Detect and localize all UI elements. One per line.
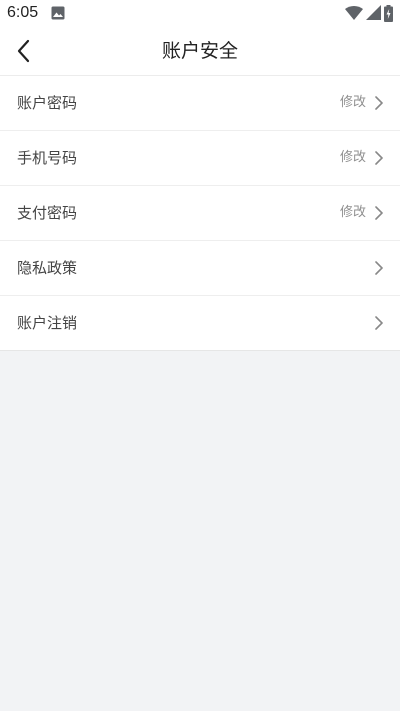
modify-link[interactable]: 修改 bbox=[340, 131, 366, 185]
chevron-right-icon bbox=[375, 261, 383, 275]
signal-icon bbox=[366, 5, 381, 20]
nav-bar: 账户安全 bbox=[0, 28, 400, 76]
chevron-right-icon bbox=[375, 316, 383, 330]
chevron-right-icon bbox=[375, 96, 383, 110]
settings-item-label: 支付密码 bbox=[17, 204, 78, 222]
wifi-icon bbox=[345, 6, 363, 20]
status-icons bbox=[345, 4, 393, 22]
modify-link[interactable]: 修改 bbox=[340, 76, 366, 130]
settings-item-label: 账户注销 bbox=[17, 314, 78, 332]
battery-charging-icon bbox=[384, 4, 393, 22]
status-time: 6:05 bbox=[7, 4, 39, 21]
settings-item-account-password[interactable]: 账户密码 修改 bbox=[0, 76, 400, 131]
settings-list: 账户密码 修改 手机号码 修改 支付密码 修改 隐私政策 账户注销 bbox=[0, 76, 400, 351]
settings-item-privacy-policy[interactable]: 隐私政策 bbox=[0, 241, 400, 296]
chevron-right-icon bbox=[375, 206, 383, 220]
image-icon bbox=[51, 6, 65, 20]
settings-item-account-deletion[interactable]: 账户注销 bbox=[0, 296, 400, 350]
modify-link[interactable]: 修改 bbox=[340, 186, 366, 240]
settings-item-payment-password[interactable]: 支付密码 修改 bbox=[0, 186, 400, 241]
settings-item-label: 账户密码 bbox=[17, 94, 78, 112]
settings-item-label: 隐私政策 bbox=[17, 259, 78, 277]
chevron-right-icon bbox=[375, 151, 383, 165]
status-bar: 6:05 bbox=[0, 0, 400, 28]
settings-item-phone-number[interactable]: 手机号码 修改 bbox=[0, 131, 400, 186]
settings-item-label: 手机号码 bbox=[17, 149, 78, 167]
page-title: 账户安全 bbox=[161, 40, 238, 62]
